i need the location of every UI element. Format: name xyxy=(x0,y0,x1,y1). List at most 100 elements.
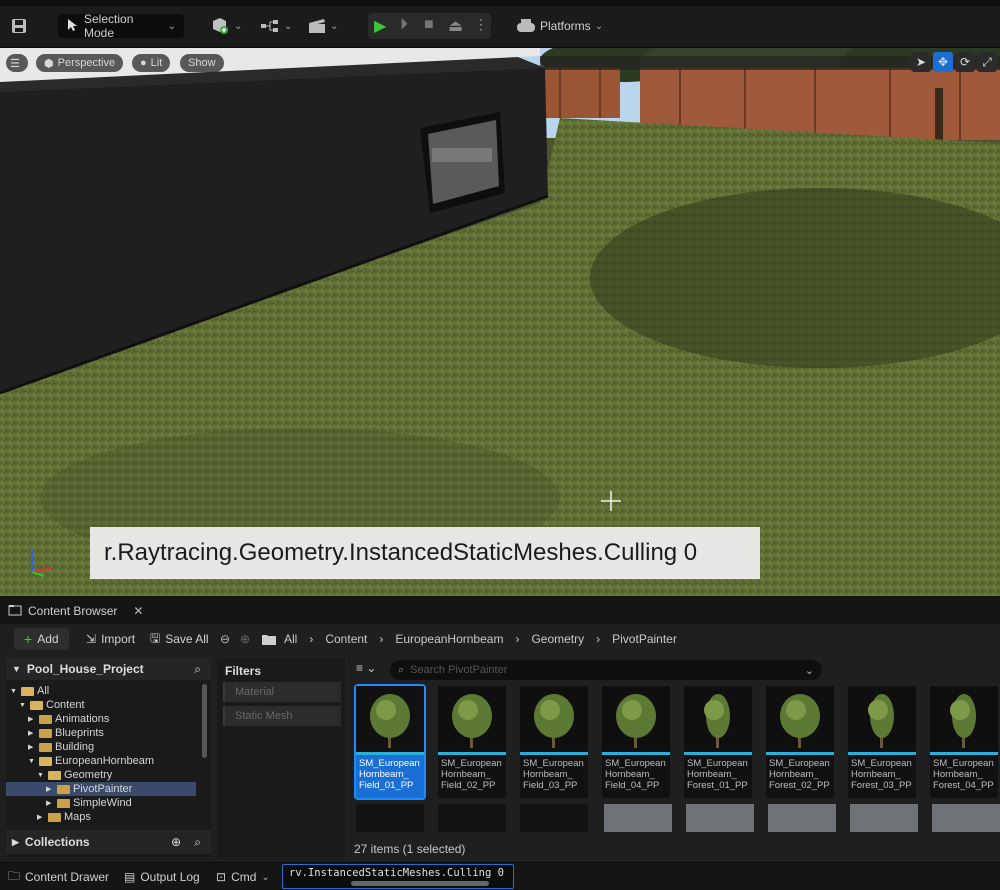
cmd-dropdown[interactable]: ⊡ Cmd ⌄ xyxy=(216,867,270,887)
breadcrumb-geometry[interactable]: Geometry xyxy=(531,632,584,646)
filter-dropdown-icon[interactable]: ≡ ⌄ xyxy=(356,661,376,675)
selection-mode-button[interactable]: Selection Mode ⌄ xyxy=(58,12,184,40)
asset-tile[interactable]: SM_European Hornbeam_ Field_02_PP xyxy=(438,686,506,798)
tree-item-maps[interactable]: ▶ Maps xyxy=(6,810,196,824)
tree-item-geometry[interactable]: ▼ Geometry xyxy=(6,768,196,782)
output-log-button[interactable]: ▤ Output Log xyxy=(124,867,200,887)
tree-scrollbar[interactable] xyxy=(202,684,207,758)
forward-button[interactable]: ⊕ xyxy=(240,628,250,650)
triangle-right-icon[interactable]: ▶ xyxy=(46,785,54,793)
eject-icon[interactable]: ⏏ xyxy=(448,16,463,36)
asset-tile[interactable]: SM_European Hornbeam_ Forest_01_PP xyxy=(684,686,752,798)
tree-item-all[interactable]: ▼ All xyxy=(6,684,196,698)
search-icon[interactable]: ⌕ xyxy=(194,662,201,677)
filter-static-mesh[interactable]: Static Mesh xyxy=(223,706,341,726)
advance-frame-icon[interactable]: ⏵ xyxy=(400,16,408,34)
tree-item-label: SimpleWind xyxy=(73,797,132,809)
asset-tile-partial[interactable] xyxy=(520,804,588,832)
stop-icon[interactable]: ■ xyxy=(424,16,434,34)
play-icon[interactable]: ▶ xyxy=(374,16,386,36)
viewport-menu-button[interactable]: ☰ xyxy=(6,54,28,72)
back-button[interactable]: ⊖ xyxy=(220,628,230,650)
chevron-right-icon: › xyxy=(515,632,520,646)
cmd-label: Cmd xyxy=(231,870,257,884)
tab-content-browser[interactable]: Content Browser ✕ xyxy=(0,598,145,624)
scene-render xyxy=(0,48,1000,596)
blueprint-button[interactable]: ⌄ xyxy=(260,14,292,38)
crosshair-icon xyxy=(601,491,621,511)
content-drawer-button[interactable]: 🗀 Content Drawer xyxy=(8,867,109,887)
asset-tile-partial[interactable] xyxy=(768,804,836,832)
triangle-right-icon[interactable]: ▶ xyxy=(28,743,36,751)
save-icon[interactable] xyxy=(10,14,28,38)
collections-header[interactable]: ▶ Collections ⊕ ⌕ xyxy=(6,830,211,854)
close-icon[interactable]: ✕ xyxy=(133,604,143,618)
asset-tile[interactable]: SM_European Hornbeam_ Field_01_PP xyxy=(354,684,426,800)
tree-item-simplewind[interactable]: ▶ SimpleWind xyxy=(6,796,196,810)
lit-button[interactable]: ● Lit xyxy=(132,54,171,72)
add-circle-icon[interactable]: ⊕ xyxy=(171,835,181,849)
tree-item-animations[interactable]: ▶ Animations xyxy=(6,712,196,726)
move-icon[interactable]: ✥ xyxy=(933,52,953,72)
triangle-down-icon[interactable]: ▼ xyxy=(37,772,45,779)
scale-icon[interactable]: ⤢ xyxy=(977,52,997,72)
breadcrumb-europeanhornbeam[interactable]: EuropeanHornbeam xyxy=(395,632,503,646)
tree-item-europeanhornbeam[interactable]: ▼ EuropeanHornbeam xyxy=(6,754,196,768)
add-actor-button[interactable]: ⌄ xyxy=(210,14,242,38)
output-log-label: Output Log xyxy=(140,870,200,884)
asset-name: SM_European Hornbeam_ Forest_03_PP xyxy=(851,758,912,791)
asset-tile[interactable]: SM_European Hornbeam_ Forest_02_PP xyxy=(766,686,834,798)
content-drawer-label: Content Drawer xyxy=(25,870,110,884)
chevron-right-icon: › xyxy=(596,632,601,646)
console-scrollbar[interactable] xyxy=(351,881,489,886)
triangle-right-icon[interactable]: ▶ xyxy=(46,799,54,807)
tree-item-content[interactable]: ▼ Content xyxy=(6,698,196,712)
breadcrumb: All › Content › EuropeanHornbeam › Geome… xyxy=(284,628,677,650)
folder-stack-icon xyxy=(8,604,22,619)
asset-tile-partial[interactable] xyxy=(356,804,424,832)
tree-item-blueprints[interactable]: ▶ Blueprints xyxy=(6,726,196,740)
asset-tile-partial[interactable] xyxy=(438,804,506,832)
level-viewport[interactable]: ☰ ⬢ Perspective ● Lit Show ➤ ✥ ⟳ ⤢ r.Ray… xyxy=(0,48,1000,596)
triangle-right-icon[interactable]: ▶ xyxy=(28,715,36,723)
select-arrow-icon[interactable]: ➤ xyxy=(911,52,931,72)
tree-thumbnail-icon xyxy=(438,686,506,752)
add-button[interactable]: + Add xyxy=(14,628,69,650)
triangle-right-icon[interactable]: ▶ xyxy=(28,729,36,737)
asset-tile-partial[interactable] xyxy=(686,804,754,832)
asset-search-input[interactable]: ⌕ Search PivotPainter ⌄ xyxy=(390,660,822,680)
show-button[interactable]: Show xyxy=(180,54,224,72)
asset-tile[interactable]: SM_European Hornbeam_ Forest_04_PP xyxy=(930,686,998,798)
more-options-icon[interactable]: ⋮ xyxy=(474,16,488,33)
breadcrumb-all[interactable]: All xyxy=(284,632,297,646)
triangle-down-icon[interactable]: ▼ xyxy=(19,702,27,709)
triangle-right-icon[interactable]: ▶ xyxy=(37,813,45,821)
cinematics-button[interactable]: ⌄ xyxy=(308,14,338,38)
tree-item-building[interactable]: ▶ Building xyxy=(6,740,196,754)
chevron-right-icon: › xyxy=(309,632,314,646)
perspective-button[interactable]: ⬢ Perspective xyxy=(36,54,124,72)
search-icon[interactable]: ⌕ xyxy=(194,835,201,850)
asset-tile-partial[interactable] xyxy=(604,804,672,832)
asset-tile[interactable]: SM_European Hornbeam_ Forest_03_PP xyxy=(848,686,916,798)
triangle-down-icon[interactable]: ▼ xyxy=(28,758,36,765)
rotate-icon[interactable]: ⟳ xyxy=(955,52,975,72)
chevron-down-icon: ⌄ xyxy=(804,664,814,677)
console-input[interactable]: rv.InstancedStaticMeshes.Culling 0 xyxy=(282,864,514,889)
breadcrumb-content[interactable]: Content xyxy=(325,632,367,646)
asset-tile-partial[interactable] xyxy=(850,804,918,832)
filter-material[interactable]: Material xyxy=(223,682,341,702)
asset-tile[interactable]: SM_European Hornbeam_ Field_04_PP xyxy=(602,686,670,798)
import-button[interactable]: ⇲ Import xyxy=(86,628,135,650)
project-header[interactable]: ▼ Pool_House_Project ⌕ xyxy=(6,658,211,680)
breadcrumb-pivotpainter[interactable]: PivotPainter xyxy=(612,632,677,646)
chevron-right-icon: › xyxy=(379,632,384,646)
asset-tile-partial[interactable] xyxy=(932,804,1000,832)
save-icon: 🖫 xyxy=(150,630,161,645)
tree-item-pivotpainter[interactable]: ▶ PivotPainter xyxy=(6,782,196,796)
save-all-button[interactable]: 🖫 Save All xyxy=(150,628,209,650)
asset-tile[interactable]: SM_European Hornbeam_ Field_03_PP xyxy=(520,686,588,798)
platforms-button[interactable]: Platforms ⌄ xyxy=(516,14,603,38)
triangle-down-icon[interactable]: ▼ xyxy=(10,688,18,695)
folder-icon[interactable] xyxy=(262,628,276,650)
